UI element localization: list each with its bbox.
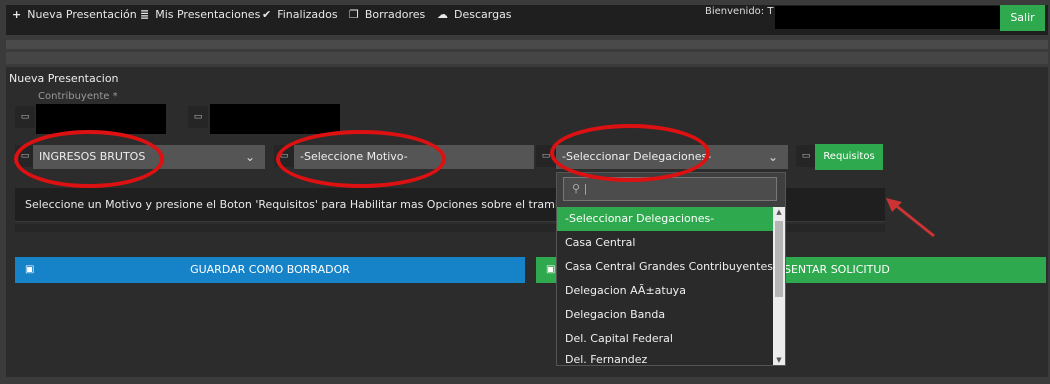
dropdown-option[interactable]: Del. Fernandez [557,351,773,365]
nav-label: Finalizados [277,8,338,21]
nav-label: Mis Presentaciones [155,8,261,21]
save-icon: ▣ [546,264,556,275]
dropdown-option[interactable]: -Seleccionar Delegaciones- [557,207,773,231]
cloud-download-icon: ☁ [437,8,448,21]
file-icon: ❐ [349,8,359,21]
cuit-field[interactable] [36,104,166,134]
id-card-icon: ▭ [536,145,556,167]
dropdown-scrollbar[interactable]: ▲ ▼ [773,207,785,365]
requisitos-button[interactable]: Requisitos [815,144,883,170]
id-card-icon: ▭ [274,145,294,167]
select-value: -Seleccione Motivo- [300,150,408,163]
id-card-icon: ▭ [796,145,816,167]
impuesto-select[interactable]: INGRESOS BRUTOS ⌄ [33,145,265,169]
dropdown-option[interactable]: Casa Central Grandes Contribuyentes [557,255,773,279]
dropdown-option[interactable]: Del. Capital Federal [557,327,773,351]
dropdown-option[interactable]: Delegacion AÃ±atuya [557,279,773,303]
id-card-icon: ▭ [15,145,35,167]
select-value: -Seleccionar Delegaciones- [562,150,712,163]
contribuyente-label: Contribuyente * [38,91,118,102]
id-card-icon: ▭ [15,106,35,128]
check-icon: ✔ [262,8,272,21]
nav-label: Descargas [454,8,512,21]
annotation-arrow-icon [886,198,935,238]
redacted-username [775,6,1000,29]
divider-strip [6,52,1048,64]
chevron-down-icon: ⌄ [767,150,778,164]
button-label: SENTAR SOLICITUD [784,263,890,276]
nav-descargas[interactable]: ☁ Descargas [437,8,512,21]
divider-strip [6,40,1048,49]
delegaciones-dropdown: ⚲ | -Seleccionar Delegaciones- Casa Cent… [556,172,786,366]
scroll-up-icon[interactable]: ▲ [773,207,785,217]
dropdown-search-input[interactable]: ⚲ | [563,177,777,201]
select-value: INGRESOS BRUTOS [39,150,146,163]
id-card-icon: ▭ [188,106,208,128]
dropdown-option[interactable]: Delegacion Banda [557,303,773,327]
nav-label: Nueva Presentación [27,8,137,21]
dropdown-options: -Seleccionar Delegaciones- Casa Central … [557,207,773,365]
delegaciones-select[interactable]: -Seleccionar Delegaciones- ⌄ [556,145,788,169]
scroll-down-icon[interactable]: ▼ [773,355,785,365]
page-title: Nueva Presentacion [9,72,119,85]
chevron-down-icon: ⌄ [244,150,255,164]
logout-button[interactable]: Salir [1000,5,1045,31]
plus-icon: + [12,8,22,21]
welcome-text: Bienvenido: T [705,6,774,17]
search-icon: ⚲ [572,182,581,195]
button-label: GUARDAR COMO BORRADOR [190,263,350,276]
nav-finalizados[interactable]: ✔ Finalizados [262,8,338,21]
name-field[interactable] [210,104,340,134]
save-draft-button[interactable]: ▣ GUARDAR COMO BORRADOR [15,257,525,283]
list-icon: ≣ [140,8,150,21]
scroll-thumb[interactable] [775,221,783,297]
motivo-select[interactable]: -Seleccione Motivo- [294,145,534,169]
nav-borradores[interactable]: ❐ Borradores [349,8,425,21]
nav-label: Borradores [364,8,426,21]
nav-nueva-presentacion[interactable]: + Nueva Presentación [12,8,137,21]
nav-mis-presentaciones[interactable]: ≣ Mis Presentaciones [140,8,260,21]
dropdown-option[interactable]: Casa Central [557,231,773,255]
